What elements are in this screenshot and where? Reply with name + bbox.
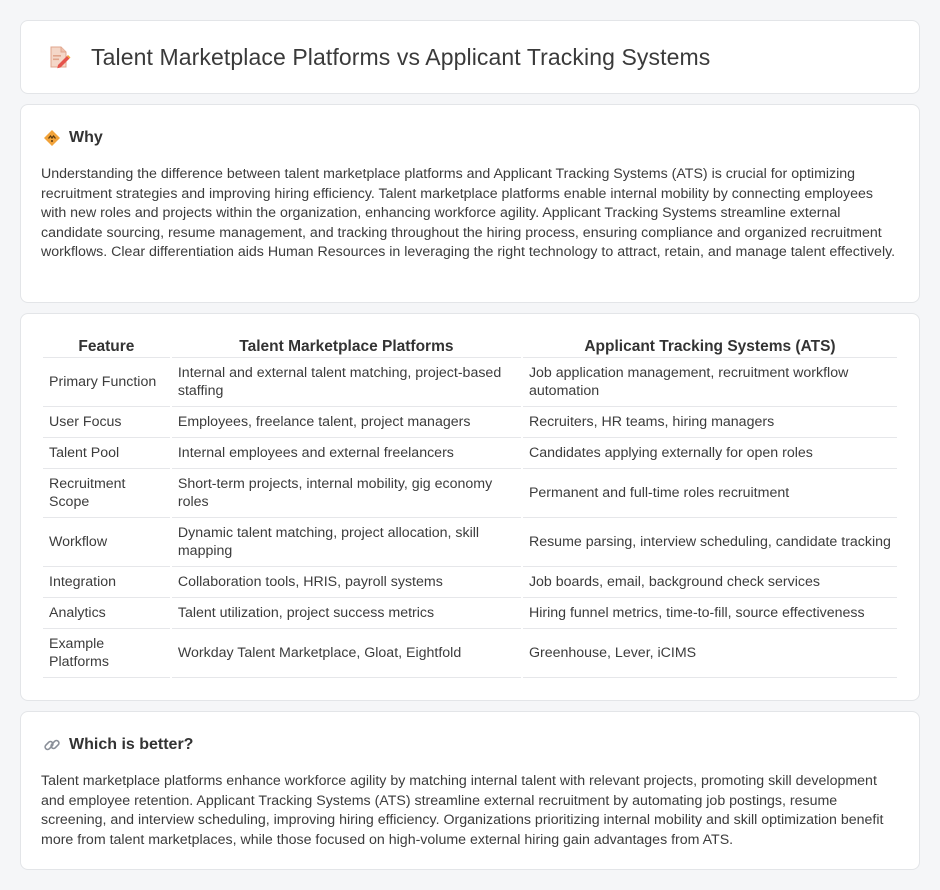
ats-cell: Recruiters, HR teams, hiring managers — [522, 407, 897, 438]
talent-marketplace-cell: Short-term projects, internal mobility, … — [171, 469, 521, 518]
ats-cell: Candidates applying externally for open … — [522, 438, 897, 469]
table-row: User Focus Employees, freelance talent, … — [43, 407, 897, 438]
link-icon — [43, 736, 61, 754]
table-row: Analytics Talent utilization, project su… — [43, 598, 897, 629]
feature-cell: User Focus — [43, 407, 170, 438]
feature-cell: Analytics — [43, 598, 170, 629]
which-is-better-card: Which is better? Talent marketplace plat… — [20, 711, 920, 870]
feature-cell: Talent Pool — [43, 438, 170, 469]
why-heading: Why — [69, 129, 103, 146]
feature-cell: Primary Function — [43, 358, 170, 407]
ats-cell: Job boards, email, background check serv… — [522, 567, 897, 598]
ats-cell: Permanent and full-time roles recruitmen… — [522, 469, 897, 518]
ats-cell: Job application management, recruitment … — [522, 358, 897, 407]
comparison-card: Feature Talent Marketplace Platforms App… — [20, 313, 920, 701]
header-talent-marketplace: Talent Marketplace Platforms — [171, 336, 521, 358]
page-title: Talent Marketplace Platforms vs Applican… — [91, 43, 711, 70]
talent-marketplace-cell: Employees, freelance talent, project man… — [171, 407, 521, 438]
title-card: Talent Marketplace Platforms vs Applican… — [20, 20, 920, 94]
which-is-better-body: Talent marketplace platforms enhance wor… — [41, 773, 884, 848]
header-ats: Applicant Tracking Systems (ATS) — [522, 336, 897, 358]
talent-marketplace-cell: Internal employees and external freelanc… — [171, 438, 521, 469]
table-row: Primary Function Internal and external t… — [43, 358, 897, 407]
document-pencil-icon — [47, 45, 71, 69]
talent-marketplace-cell: Internal and external talent matching, p… — [171, 358, 521, 407]
table-row: Recruitment Scope Short-term projects, i… — [43, 469, 897, 518]
talent-marketplace-cell: Dynamic talent matching, project allocat… — [171, 518, 521, 567]
table-row: Talent Pool Internal employees and exter… — [43, 438, 897, 469]
why-body: Understanding the difference between tal… — [41, 166, 896, 261]
ats-cell: Greenhouse, Lever, iCIMS — [522, 629, 897, 678]
header-feature: Feature — [43, 336, 170, 358]
feature-cell: Integration — [43, 567, 170, 598]
feature-cell: Example Platforms — [43, 629, 170, 678]
table-row: Integration Collaboration tools, HRIS, p… — [43, 567, 897, 598]
talent-marketplace-cell: Collaboration tools, HRIS, payroll syste… — [171, 567, 521, 598]
talent-marketplace-cell: Workday Talent Marketplace, Gloat, Eight… — [171, 629, 521, 678]
which-is-better-heading: Which is better? — [69, 736, 194, 753]
ats-cell: Resume parsing, interview scheduling, ca… — [522, 518, 897, 567]
ats-cell: Hiring funnel metrics, time-to-fill, sou… — [522, 598, 897, 629]
table-row: Example Platforms Workday Talent Marketp… — [43, 629, 897, 678]
feature-cell: Recruitment Scope — [43, 469, 170, 518]
talent-marketplace-cell: Talent utilization, project success metr… — [171, 598, 521, 629]
feature-cell: Workflow — [43, 518, 170, 567]
why-card: Why Understanding the difference between… — [20, 104, 920, 303]
table-row: Workflow Dynamic talent matching, projec… — [43, 518, 897, 567]
diamond-sign-icon — [43, 129, 61, 147]
comparison-table: Feature Talent Marketplace Platforms App… — [41, 336, 899, 678]
table-header-row: Feature Talent Marketplace Platforms App… — [43, 336, 897, 358]
